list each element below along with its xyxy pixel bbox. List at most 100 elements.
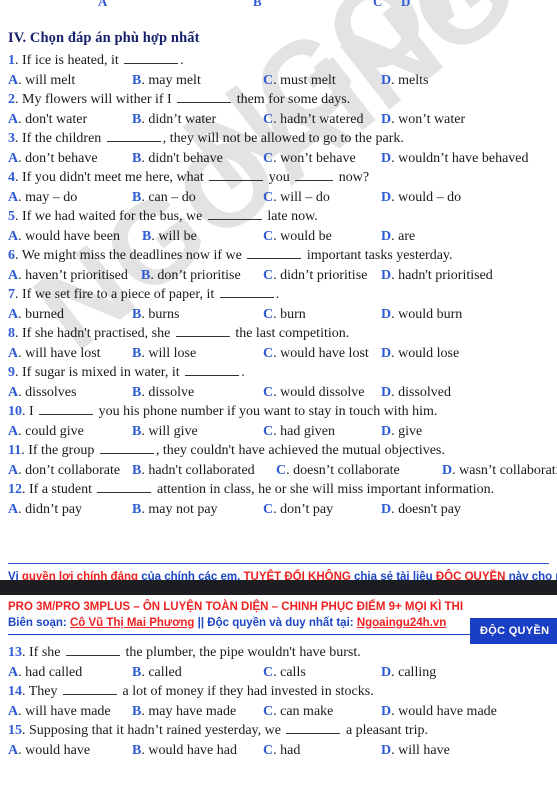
option-c[interactable]: C. won’t behave — [263, 149, 356, 169]
option-d[interactable]: D. dissolved — [381, 383, 451, 403]
option-d[interactable]: D. calling — [381, 663, 436, 683]
option-a[interactable]: A. may – do — [8, 188, 77, 208]
option-letter: A — [8, 306, 19, 322]
option-row: A. don't water B. didn’t water C. hadn’t w… — [8, 110, 549, 130]
option-a[interactable]: A. don't water — [8, 110, 87, 130]
option-d[interactable]: D. would lose — [381, 344, 459, 364]
question-number: 2 — [8, 92, 15, 108]
option-a[interactable]: A. will have made — [8, 702, 111, 722]
option-d[interactable]: D. would – do — [381, 188, 461, 208]
page-one: A B C D IV. Chọn đáp án phù hợp nhất 1. … — [0, 0, 557, 585]
option-c[interactable]: C. doesn’t collaborate — [276, 461, 400, 481]
option-d[interactable]: D. won’t water — [381, 110, 465, 130]
answer-blank — [207, 208, 262, 221]
option-c[interactable]: C. will – do — [263, 188, 330, 208]
option-b[interactable]: B. would have had — [132, 741, 237, 761]
option-b[interactable]: B. will lose — [132, 344, 196, 364]
option-b[interactable]: B. may melt — [132, 71, 201, 91]
answer-blank — [295, 169, 334, 182]
option-d[interactable]: D. melts — [381, 71, 428, 91]
option-letter: A — [8, 664, 19, 680]
option-a[interactable]: A. haven’t prioritised — [8, 266, 128, 286]
option-b[interactable]: B. may have made — [132, 702, 236, 722]
option-letter: C — [263, 423, 274, 439]
option-a[interactable]: A. would have been — [8, 227, 120, 247]
option-a[interactable]: A. will melt — [8, 71, 75, 91]
author-name-link[interactable]: Cô Vũ Thị Mai Phương — [70, 617, 194, 629]
option-letter: B — [132, 703, 142, 719]
option-letter: C — [263, 306, 274, 322]
option-a[interactable]: A. had called — [8, 663, 82, 683]
option-letter: B — [132, 664, 142, 680]
option-letter: D — [381, 742, 392, 758]
question-number: 13 — [8, 645, 22, 660]
option-c[interactable]: C. can make — [263, 702, 333, 722]
option-a[interactable]: A. dissolves — [8, 383, 76, 403]
notice-divider — [8, 563, 549, 565]
option-b[interactable]: B. called — [132, 663, 182, 683]
option-a[interactable]: A. didn’t pay — [8, 500, 82, 520]
question-number: 14 — [8, 684, 22, 699]
option-c[interactable]: C. don’t pay — [263, 500, 333, 520]
option-b[interactable]: B. may not pay — [132, 500, 218, 520]
option-d[interactable]: D. are — [381, 227, 415, 247]
question-stem: 12. If a student attention in class, he … — [8, 482, 495, 498]
answer-blank — [63, 683, 118, 695]
option-letter: B — [142, 228, 152, 244]
option-d[interactable]: D. would burn — [381, 305, 462, 325]
option-row: A. will have made B. may have made C. can … — [8, 702, 549, 722]
option-letter: D — [381, 703, 392, 719]
option-b[interactable]: B. didn't behave — [132, 149, 223, 169]
option-c[interactable]: C. had given — [263, 422, 335, 442]
option-a[interactable]: A. could give — [8, 422, 84, 442]
option-d[interactable]: D. wasn’t collaborating — [442, 461, 557, 481]
option-b[interactable]: B. will be — [142, 227, 197, 247]
question-number: 15 — [8, 723, 22, 738]
option-a[interactable]: A. will have lost — [8, 344, 101, 364]
author-header-line: Biên soạn: Cô Vũ Thị Mai Phương || Độc q… — [8, 616, 549, 632]
option-row: A. burned B. burns C. burn D. would burn — [8, 305, 549, 325]
option-b[interactable]: B. hadn't collaborated — [132, 461, 255, 481]
question-stem: 8. If she hadn't practised, she the last… — [8, 326, 350, 342]
option-letter: A — [8, 189, 19, 205]
option-c[interactable]: C. would be — [263, 227, 332, 247]
website-link[interactable]: Ngoaingu24h.vn — [357, 617, 446, 629]
option-a[interactable]: A. don’t behave — [8, 149, 98, 169]
option-letter-b: B — [253, 0, 262, 9]
option-a[interactable]: A. would have — [8, 741, 90, 761]
question-stem: 10. I you his phone number if you want t… — [8, 404, 438, 420]
option-letter: D — [381, 228, 392, 244]
option-a[interactable]: A. burned — [8, 305, 64, 325]
option-c[interactable]: C. hadn’t watered — [263, 110, 363, 130]
option-letter: D — [381, 501, 392, 517]
option-row: A. haven’t prioritised B. don’t prioritis… — [8, 266, 549, 286]
option-c[interactable]: C. would dissolve — [263, 383, 365, 403]
option-b[interactable]: B. dissolve — [132, 383, 194, 403]
option-b[interactable]: B. didn’t water — [132, 110, 216, 130]
brand-header-line: PRO 3M/PRO 3MPLUS – ÔN LUYỆN TOÀN DIỆN –… — [8, 601, 464, 613]
option-letter: C — [276, 462, 287, 478]
option-d[interactable]: D. will have — [381, 741, 450, 761]
option-letter: A — [8, 111, 19, 127]
option-c[interactable]: C. calls — [263, 663, 306, 683]
option-a[interactable]: A. don’t collaborate — [8, 461, 120, 481]
option-b[interactable]: B. burns — [132, 305, 179, 325]
option-d[interactable]: D. hadn't prioritised — [381, 266, 493, 286]
option-letter: C — [263, 189, 274, 205]
option-c[interactable]: C. had — [263, 741, 300, 761]
option-b[interactable]: B. will give — [132, 422, 198, 442]
answer-blank — [106, 130, 161, 143]
option-d[interactable]: D. wouldn’t have behaved — [381, 149, 529, 169]
option-b[interactable]: B. can – do — [132, 188, 196, 208]
option-c[interactable]: C. must melt — [263, 71, 336, 91]
option-row: A. will melt B. may melt C. must melt D. me… — [8, 71, 549, 91]
option-d[interactable]: D. doesn't pay — [381, 500, 461, 520]
option-c[interactable]: C. didn’t prioritise — [263, 266, 367, 286]
option-c[interactable]: C. would have lost — [263, 344, 369, 364]
question-list: 1. If ice is heated, it . A. will melt B. … — [8, 51, 557, 520]
option-c[interactable]: C. burn — [263, 305, 306, 325]
option-letter: A — [8, 384, 19, 400]
option-d[interactable]: D. would have made — [381, 702, 497, 722]
option-d[interactable]: D. give — [381, 422, 422, 442]
option-b[interactable]: B. don’t prioritise — [141, 266, 241, 286]
